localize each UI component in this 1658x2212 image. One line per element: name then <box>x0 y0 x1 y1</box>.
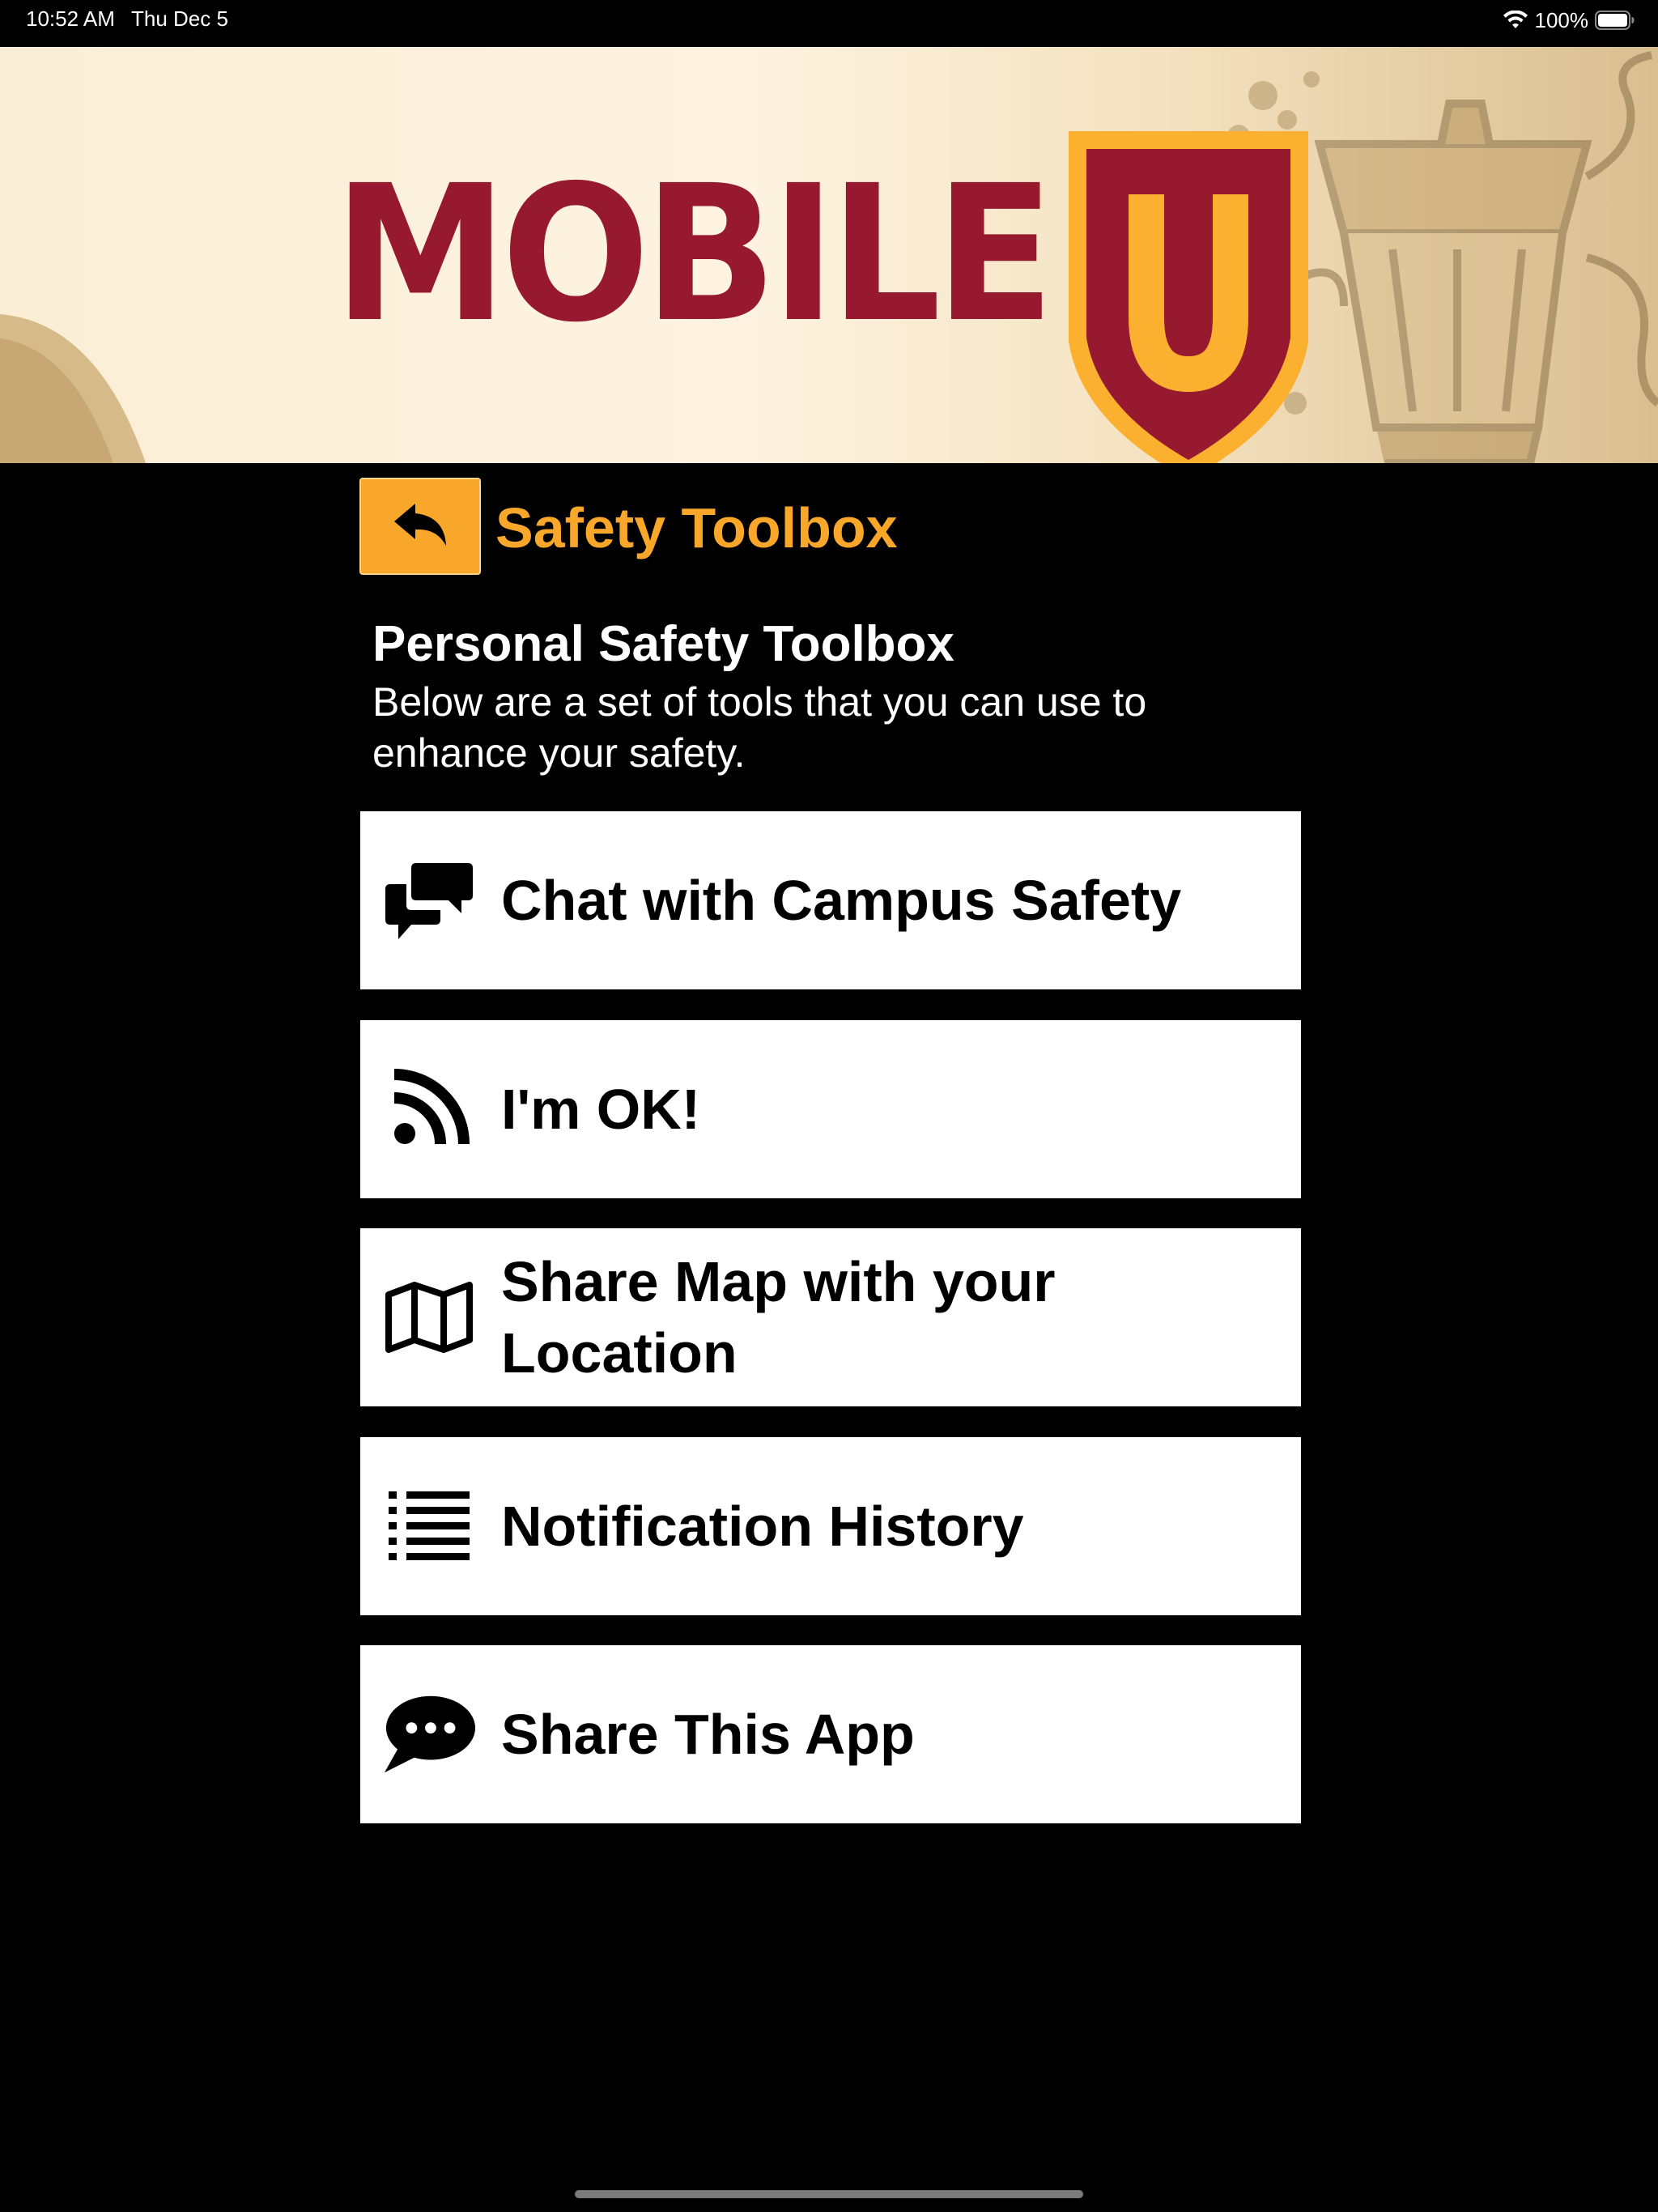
tool-label: Share Map with your Location <box>501 1250 1056 1385</box>
tool-label: I'm OK! <box>501 1078 701 1141</box>
tool-share-map[interactable]: Share Map with your Location <box>360 1228 1301 1406</box>
app-banner: MOBILE <box>0 47 1658 463</box>
brand-wordmark: MOBILE <box>334 145 1055 364</box>
tool-label: Notification History <box>501 1495 1024 1558</box>
tool-chat-campus-safety[interactable]: Chat with Campus Safety <box>360 811 1301 989</box>
wifi-icon <box>1503 11 1528 30</box>
back-button[interactable] <box>359 478 481 575</box>
section-description: Below are a set of tools that you can us… <box>372 679 1147 776</box>
tool-label: Chat with Campus Safety <box>501 869 1182 932</box>
speech-bubble-dots-icon <box>381 1686 477 1783</box>
map-icon <box>381 1269 477 1366</box>
battery-icon <box>1595 11 1635 30</box>
back-arrow-icon <box>391 500 449 553</box>
status-indicators: 100% <box>1503 6 1636 34</box>
brand-shield-logo <box>1069 131 1308 463</box>
list-icon <box>381 1478 477 1575</box>
tool-notification-history[interactable]: Notification History <box>360 1437 1301 1615</box>
page-title: Safety Toolbox <box>495 496 898 559</box>
tool-label: Share This App <box>501 1703 915 1766</box>
status-time: 10:52 AM <box>26 6 115 31</box>
status-date: Thu Dec 5 <box>131 6 228 31</box>
chat-bubbles-icon <box>381 852 477 949</box>
tool-im-ok[interactable]: I'm OK! <box>360 1020 1301 1198</box>
section-heading: Personal Safety Toolbox <box>372 616 954 672</box>
rss-signal-icon <box>381 1061 477 1158</box>
tool-share-app[interactable]: Share This App <box>360 1645 1301 1823</box>
battery-percent: 100% <box>1534 7 1589 32</box>
status-bar: 10:52 AM Thu Dec 5 100% <box>0 0 1658 45</box>
home-indicator[interactable] <box>575 2190 1083 2198</box>
